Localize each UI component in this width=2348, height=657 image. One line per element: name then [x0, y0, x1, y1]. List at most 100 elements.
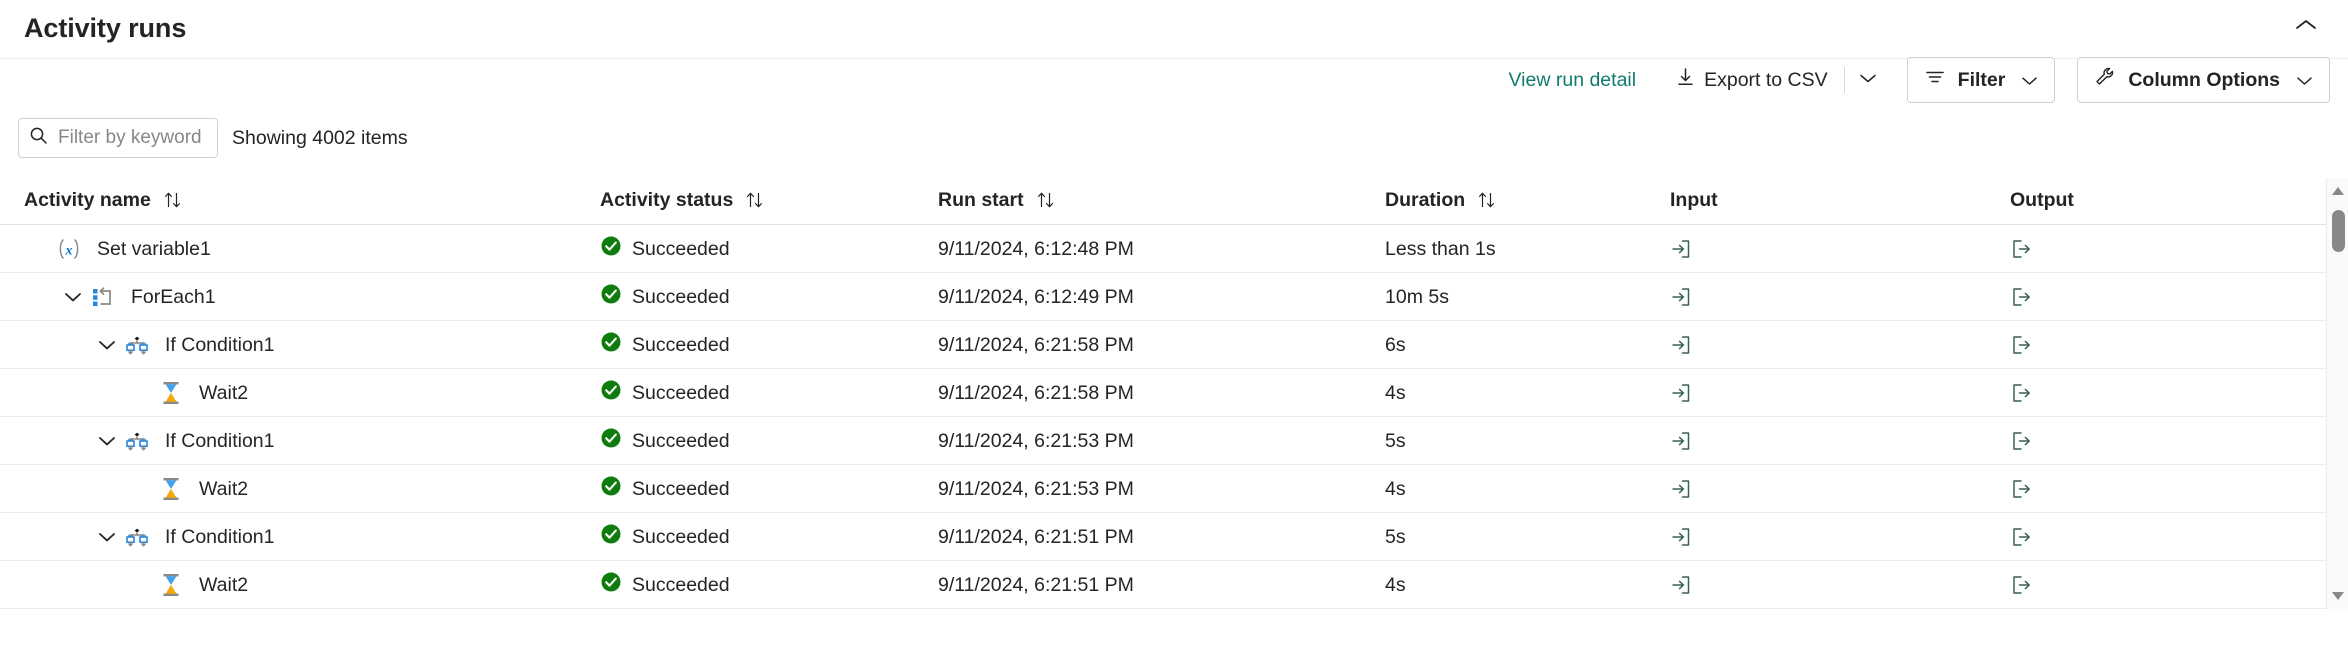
- expand-toggle-chevron-down-icon[interactable]: [58, 291, 88, 303]
- column-header-label: Input: [1670, 189, 1718, 212]
- output-icon[interactable]: [2010, 526, 2032, 548]
- input-icon[interactable]: [1670, 478, 1692, 500]
- wait-icon: [156, 572, 186, 598]
- activity-name-cell: ForEach1: [58, 273, 216, 321]
- sort-icon[interactable]: [1477, 191, 1497, 209]
- status-badge: Succeeded: [632, 382, 730, 405]
- success-icon: [600, 235, 622, 263]
- activity-name-cell: If Condition1: [92, 417, 275, 465]
- activity-runs-panel: Activity runs View run detail Export to …: [0, 0, 2348, 657]
- success-icon: [600, 331, 622, 359]
- input-icon[interactable]: [1670, 574, 1692, 596]
- filter-label: Filter: [1958, 69, 2006, 92]
- output-icon[interactable]: [2010, 286, 2032, 308]
- export-options-caret-button[interactable]: [1851, 64, 1885, 96]
- column-options-label: Column Options: [2128, 69, 2280, 92]
- run-start-cell: 9/11/2024, 6:21:53 PM: [938, 465, 1134, 513]
- activity-status-cell: Succeeded: [600, 417, 730, 465]
- column-header-label: Activity status: [600, 189, 733, 212]
- output-icon[interactable]: [2010, 478, 2032, 500]
- run-start-cell: 9/11/2024, 6:21:58 PM: [938, 321, 1134, 369]
- activity-name-label: If Condition1: [165, 430, 275, 453]
- input-icon[interactable]: [1670, 526, 1692, 548]
- column-header-activity-name[interactable]: Activity name: [24, 175, 183, 225]
- activity-name-cell: Wait2: [126, 465, 248, 513]
- expand-toggle-chevron-down-icon[interactable]: [92, 339, 122, 351]
- column-header-output: Output: [2010, 175, 2074, 225]
- column-header-duration[interactable]: Duration: [1385, 175, 1497, 225]
- scroll-down-arrow-icon[interactable]: [2327, 585, 2348, 607]
- search-box[interactable]: [18, 118, 218, 158]
- output-icon[interactable]: [2010, 430, 2032, 452]
- input-icon[interactable]: [1670, 382, 1692, 404]
- output-icon[interactable]: [2010, 334, 2032, 356]
- output-icon[interactable]: [2010, 238, 2032, 260]
- column-options-button[interactable]: Column Options: [2077, 57, 2330, 103]
- activity-name-label: If Condition1: [165, 526, 275, 549]
- duration-cell: Less than 1s: [1385, 225, 1496, 273]
- output-icon[interactable]: [2010, 574, 2032, 596]
- table-row[interactable]: If Condition1 Succeeded 9/11/2024, 6:21:53…: [0, 417, 2348, 465]
- output-cell: [2010, 321, 2032, 369]
- status-badge: Succeeded: [632, 286, 730, 309]
- activity-status-cell: Succeeded: [600, 465, 730, 513]
- input-icon[interactable]: [1670, 334, 1692, 356]
- output-icon[interactable]: [2010, 382, 2032, 404]
- if-condition-icon: [122, 333, 152, 357]
- view-run-detail-link[interactable]: View run detail: [1501, 69, 1645, 92]
- table-row[interactable]: If Condition1Succeeded9/11/2024, 6:21:51…: [0, 513, 2348, 561]
- filter-button[interactable]: Filter: [1907, 57, 2056, 103]
- sort-icon[interactable]: [163, 191, 183, 209]
- success-icon: [600, 379, 622, 407]
- search-input[interactable]: [56, 126, 207, 150]
- sort-icon[interactable]: [1036, 191, 1056, 209]
- run-start-cell: 9/11/2024, 6:12:49 PM: [938, 273, 1134, 321]
- chevron-up-icon: [2295, 18, 2317, 37]
- output-cell: [2010, 417, 2032, 465]
- table-row[interactable]: Wait2Succeeded9/11/2024, 6:21:51 PM4s: [0, 561, 2348, 609]
- input-icon[interactable]: [1670, 286, 1692, 308]
- table-row[interactable]: Wait2 Succeeded 9/11/2024, 6:21:53 PM 4s: [0, 465, 2348, 513]
- column-header-activity-status[interactable]: Activity status: [600, 175, 765, 225]
- chevron-down-icon: [1859, 71, 1877, 89]
- table-row[interactable]: Wait2Succeeded9/11/2024, 6:21:58 PM4s: [0, 369, 2348, 417]
- table-row[interactable]: If Condition1 Succeeded 9/11/2024, 6:21:58…: [0, 321, 2348, 369]
- activity-name-label: If Condition1: [165, 334, 275, 357]
- input-icon[interactable]: [1670, 430, 1692, 452]
- activity-runs-table: Activity name Activity status Run start Dur…: [0, 175, 2348, 609]
- vertical-scrollbar[interactable]: [2326, 178, 2348, 609]
- command-separator: [1844, 67, 1845, 93]
- scroll-up-arrow-icon[interactable]: [2327, 180, 2348, 202]
- if-condition-icon: [122, 525, 152, 549]
- activity-status-cell: Succeeded: [600, 561, 730, 609]
- activity-name-cell: xSet variable1: [24, 225, 211, 273]
- duration-cell: 5s: [1385, 417, 1406, 465]
- export-to-csv-button[interactable]: Export to CSV: [1666, 60, 1838, 100]
- run-start-cell: 9/11/2024, 6:12:48 PM: [938, 225, 1134, 273]
- input-icon[interactable]: [1670, 238, 1692, 260]
- filter-icon: [1924, 68, 1946, 92]
- expand-toggle-chevron-down-icon[interactable]: [92, 531, 122, 543]
- run-start-cell: 9/11/2024, 6:21:51 PM: [938, 561, 1134, 609]
- duration-cell: 4s: [1385, 465, 1406, 513]
- activity-status-cell: Succeeded: [600, 321, 730, 369]
- export-group: Export to CSV: [1666, 60, 1885, 100]
- duration-cell: 5s: [1385, 513, 1406, 561]
- expand-toggle-chevron-down-icon[interactable]: [92, 435, 122, 447]
- table-row[interactable]: xSet variable1Succeeded9/11/2024, 6:12:4…: [0, 225, 2348, 273]
- input-cell: [1670, 561, 1692, 609]
- table-row[interactable]: ForEach1Succeeded9/11/2024, 6:12:49 PM10…: [0, 273, 2348, 321]
- scrollbar-thumb[interactable]: [2332, 210, 2345, 252]
- foreach-icon: [88, 285, 118, 309]
- column-header-run-start[interactable]: Run start: [938, 175, 1056, 225]
- column-header-label: Activity name: [24, 189, 151, 212]
- input-cell: [1670, 369, 1692, 417]
- sort-icon[interactable]: [745, 191, 765, 209]
- output-cell: [2010, 465, 2032, 513]
- showing-items-label: Showing 4002 items: [232, 127, 408, 150]
- activity-name-cell: Wait2: [126, 369, 248, 417]
- collapse-panel-button[interactable]: [2286, 10, 2326, 44]
- run-start-cell: 9/11/2024, 6:21:53 PM: [938, 417, 1134, 465]
- duration-cell: 4s: [1385, 561, 1406, 609]
- activity-status-cell: Succeeded: [600, 513, 730, 561]
